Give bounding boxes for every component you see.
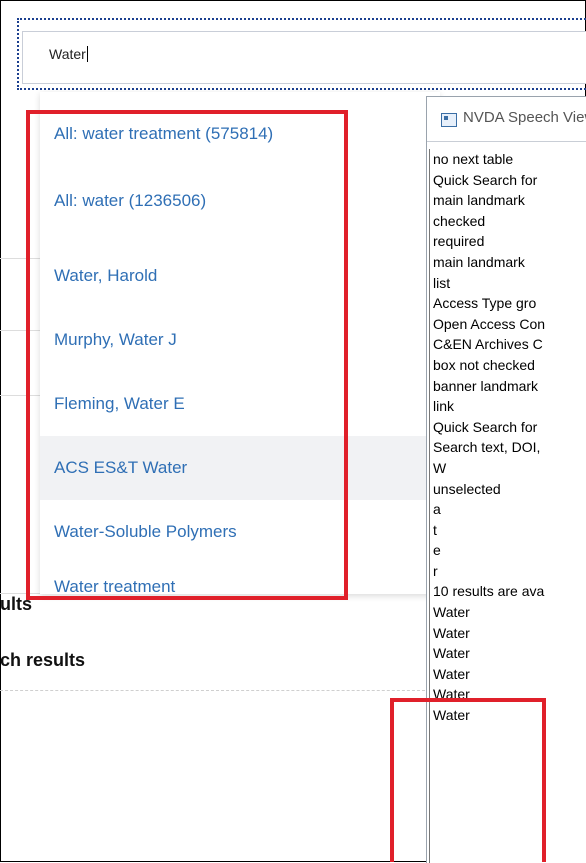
speech-log-line: W — [433, 459, 447, 476]
speech-log-line: main landmark — [433, 253, 525, 270]
speech-log-line: box not checked — [433, 356, 535, 373]
nvda-title: NVDA Speech Viewer — [463, 109, 586, 126]
nvda-titlebar[interactable]: NVDA Speech Viewer — [427, 97, 586, 142]
dashed-divider — [0, 690, 430, 691]
speech-log-line: Water — [433, 604, 470, 621]
speech-log-line: banner landmark — [433, 377, 539, 394]
speech-log-line: Search text, DOI, — [433, 439, 541, 456]
speech-log-line: Quick Search for — [433, 171, 538, 188]
app-icon — [441, 113, 457, 127]
speech-log-line: main landmark — [433, 192, 525, 209]
speech-log-line: checked — [433, 212, 486, 229]
highlight-box-speech-water — [390, 698, 546, 862]
speech-log-line: t — [433, 521, 437, 538]
speech-log-line: Quick Search for — [433, 418, 538, 435]
search-input[interactable]: Water — [22, 31, 586, 84]
speech-log-line: Water — [433, 665, 470, 682]
speech-log-line: list — [433, 274, 451, 291]
speech-log-line: Water — [433, 624, 470, 641]
search-input-value[interactable]: Water — [49, 46, 88, 62]
speech-log-line: Access Type gro — [433, 295, 537, 312]
search-results-heading-fragment: ch results — [0, 650, 86, 670]
speech-log-line: unselected — [433, 480, 501, 497]
speech-log-line: a — [433, 501, 441, 518]
text-caret — [86, 46, 88, 62]
speech-log-line: 10 results are ava — [433, 583, 545, 600]
highlight-box-suggestions — [26, 110, 348, 600]
speech-log-line: link — [433, 398, 455, 415]
speech-log-line: required — [433, 233, 485, 250]
speech-log-line: Water — [433, 645, 470, 662]
speech-log-line: e — [433, 542, 441, 559]
speech-log-line: r — [433, 562, 438, 579]
speech-log-line: Open Access Con — [433, 315, 546, 332]
speech-log-line: no next table — [433, 151, 514, 167]
speech-log-line: C&EN Archives C — [433, 336, 543, 353]
